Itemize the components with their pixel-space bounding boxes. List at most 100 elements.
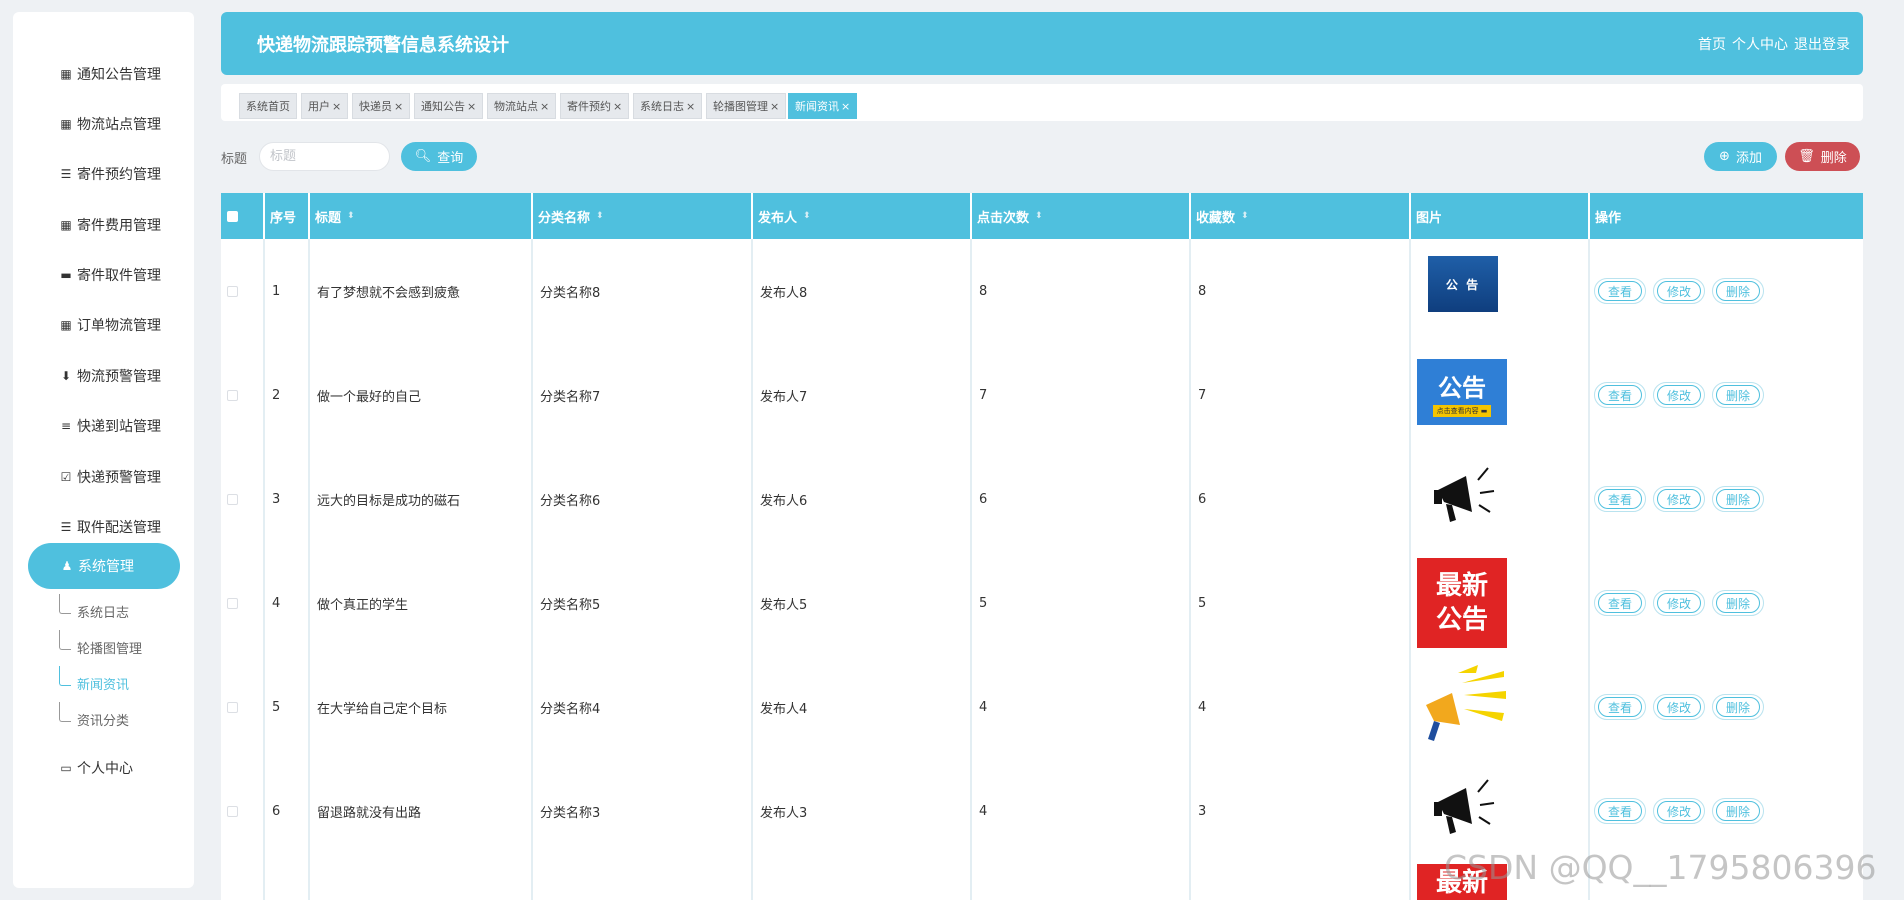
search-icon: 🔍︎ bbox=[414, 149, 432, 164]
row-checkbox[interactable] bbox=[227, 701, 238, 713]
tab-couriers[interactable]: 快递员 × bbox=[352, 93, 411, 119]
sliders-icon: ≡ bbox=[60, 419, 72, 433]
row-checkbox[interactable] bbox=[227, 805, 238, 817]
close-icon[interactable]: × bbox=[613, 100, 622, 113]
close-icon[interactable]: × bbox=[540, 100, 549, 113]
tab-system-log[interactable]: 系统日志 × bbox=[633, 93, 703, 119]
header-publisher[interactable]: 发布人 ⬍ bbox=[753, 193, 970, 239]
sidebar-item-label: 通知公告管理 bbox=[77, 67, 161, 83]
nav-personal-link[interactable]: 个人中心 bbox=[1732, 34, 1788, 54]
sidebar-sub-carousel[interactable]: 轮播图管理 bbox=[77, 633, 142, 661]
tab-stations[interactable]: 物流站点 × bbox=[487, 93, 557, 119]
cell-no: 2 bbox=[272, 387, 281, 403]
news-table: 序号 标题 ⬍ 分类名称 ⬍ 发布人 ⬍ 点击次数 ⬍ 收藏数 ⬍ 图片 操作 1 有了梦… bbox=[221, 193, 1863, 900]
delete-button[interactable]: 删除 bbox=[1712, 278, 1764, 304]
megaphone-icon bbox=[1417, 665, 1509, 743]
sidebar-item-arrival[interactable]: ≡ 快递到站管理 bbox=[13, 404, 194, 448]
tree-line bbox=[59, 702, 71, 722]
view-button[interactable]: 查看 bbox=[1594, 278, 1646, 304]
tab-home[interactable]: 系统首页 bbox=[239, 93, 297, 119]
sidebar-sub-system-log[interactable]: 系统日志 bbox=[77, 597, 129, 625]
row-checkbox[interactable] bbox=[227, 597, 238, 609]
nav-home-link[interactable]: 首页 bbox=[1698, 34, 1726, 54]
search-input[interactable] bbox=[259, 142, 390, 171]
sidebar-item-personal[interactable]: ▭ 个人中心 bbox=[13, 746, 194, 790]
row-select-cell bbox=[221, 655, 238, 759]
view-button[interactable]: 查看 bbox=[1594, 382, 1646, 408]
sidebar-item-fee[interactable]: ▦ 寄件费用管理 bbox=[13, 203, 194, 247]
tab-label: 通知公告 bbox=[421, 100, 465, 113]
grid-icon: ▦ bbox=[60, 318, 72, 332]
row-checkbox[interactable] bbox=[227, 285, 238, 297]
close-icon[interactable]: × bbox=[841, 100, 850, 113]
cell-clicks: 4 bbox=[979, 699, 988, 715]
sidebar-item-station[interactable]: ▦ 物流站点管理 bbox=[13, 102, 194, 146]
view-button[interactable]: 查看 bbox=[1594, 798, 1646, 824]
header-category[interactable]: 分类名称 ⬍ bbox=[533, 193, 751, 239]
cell-title: 做个真正的学生 bbox=[317, 597, 409, 613]
sidebar-item-booking[interactable]: ☰ 寄件预约管理 bbox=[13, 152, 194, 196]
sidebar-item-express-warning[interactable]: ☑ 快递预警管理 bbox=[13, 455, 194, 499]
tab-notice[interactable]: 通知公告 × bbox=[414, 93, 484, 119]
edit-button[interactable]: 修改 bbox=[1653, 590, 1705, 616]
select-all-checkbox[interactable] bbox=[227, 210, 238, 222]
sidebar-item-notice[interactable]: ▦ 通知公告管理 bbox=[13, 52, 194, 96]
table-header: 序号 标题 ⬍ 分类名称 ⬍ 发布人 ⬍ 点击次数 ⬍ 收藏数 ⬍ 图片 操作 bbox=[221, 193, 1863, 239]
delete-button[interactable]: 删除 bbox=[1712, 382, 1764, 408]
button-label: 删除 bbox=[1716, 489, 1760, 509]
image-caption: 公 告 bbox=[1445, 277, 1481, 292]
tab-carousel[interactable]: 轮播图管理 × bbox=[706, 93, 787, 119]
button-label: 删除 bbox=[1716, 801, 1760, 821]
close-icon[interactable]: × bbox=[686, 100, 695, 113]
header-title[interactable]: 标题 ⬍ bbox=[310, 193, 531, 239]
sidebar-sub-news[interactable]: 新闻资讯 bbox=[77, 669, 129, 697]
view-button[interactable]: 查看 bbox=[1594, 590, 1646, 616]
header-nav: 首页 个人中心 退出登录 bbox=[1698, 34, 1850, 54]
edit-button[interactable]: 修改 bbox=[1653, 798, 1705, 824]
row-checkbox[interactable] bbox=[227, 389, 238, 401]
megaphone-icon bbox=[1425, 459, 1501, 531]
tab-news[interactable]: 新闻资讯 × bbox=[788, 93, 858, 119]
cell-category: 分类名称5 bbox=[540, 597, 601, 613]
add-button[interactable]: ⊕ 添加 bbox=[1704, 142, 1777, 171]
tab-users[interactable]: 用户 × bbox=[301, 93, 349, 119]
edit-button[interactable]: 修改 bbox=[1653, 486, 1705, 512]
view-button[interactable]: 查看 bbox=[1594, 694, 1646, 720]
header-clicks[interactable]: 点击次数 ⬍ bbox=[972, 193, 1189, 239]
close-icon[interactable]: × bbox=[332, 100, 341, 113]
sidebar-item-pickup[interactable]: ▬ 寄件取件管理 bbox=[13, 253, 194, 297]
query-button[interactable]: 🔍︎ 查询 bbox=[401, 142, 477, 171]
edit-button[interactable]: 修改 bbox=[1653, 382, 1705, 408]
sidebar-item-label: 快递预警管理 bbox=[77, 470, 161, 486]
view-button[interactable]: 查看 bbox=[1594, 486, 1646, 512]
delete-button[interactable]: 删除 bbox=[1712, 798, 1764, 824]
close-icon[interactable]: × bbox=[770, 100, 779, 113]
delete-button[interactable]: 删除 bbox=[1712, 694, 1764, 720]
sidebar-sub-news-category[interactable]: 资讯分类 bbox=[77, 705, 129, 733]
batch-delete-button[interactable]: 🗑︎ 删除 bbox=[1785, 142, 1860, 171]
sidebar-item-order-logistics[interactable]: ▦ 订单物流管理 bbox=[13, 303, 194, 347]
row-checkbox[interactable] bbox=[227, 493, 238, 505]
sidebar-item-label: 寄件预约管理 bbox=[77, 167, 161, 183]
delete-button[interactable]: 删除 bbox=[1712, 590, 1764, 616]
tab-booking[interactable]: 寄件预约 × bbox=[560, 93, 630, 119]
button-label: 查看 bbox=[1598, 489, 1642, 509]
cell-favorites: 8 bbox=[1198, 283, 1207, 299]
button-label: 查看 bbox=[1598, 281, 1642, 301]
edit-button[interactable]: 修改 bbox=[1653, 278, 1705, 304]
close-icon[interactable]: × bbox=[467, 100, 476, 113]
close-icon[interactable]: × bbox=[394, 100, 403, 113]
delete-button[interactable]: 删除 bbox=[1712, 486, 1764, 512]
tree-line bbox=[59, 630, 71, 650]
trash-icon: 🗑︎ bbox=[1798, 149, 1815, 164]
edit-button[interactable]: 修改 bbox=[1653, 694, 1705, 720]
news-image: 公 告 bbox=[1428, 256, 1498, 312]
nav-logout-link[interactable]: 退出登录 bbox=[1794, 34, 1850, 54]
cell-clicks: 5 bbox=[979, 595, 988, 611]
header-favorites[interactable]: 收藏数 ⬍ bbox=[1191, 193, 1409, 239]
sidebar-item-system[interactable]: ♟ 系统管理 bbox=[28, 543, 180, 589]
cell-title: 留退路就没有出路 bbox=[317, 805, 422, 821]
tab-label: 快递员 bbox=[359, 100, 392, 113]
sort-icon: ⬍ bbox=[347, 211, 355, 221]
sidebar-item-logistics-warning[interactable]: ⬇ 物流预警管理 bbox=[13, 354, 194, 398]
